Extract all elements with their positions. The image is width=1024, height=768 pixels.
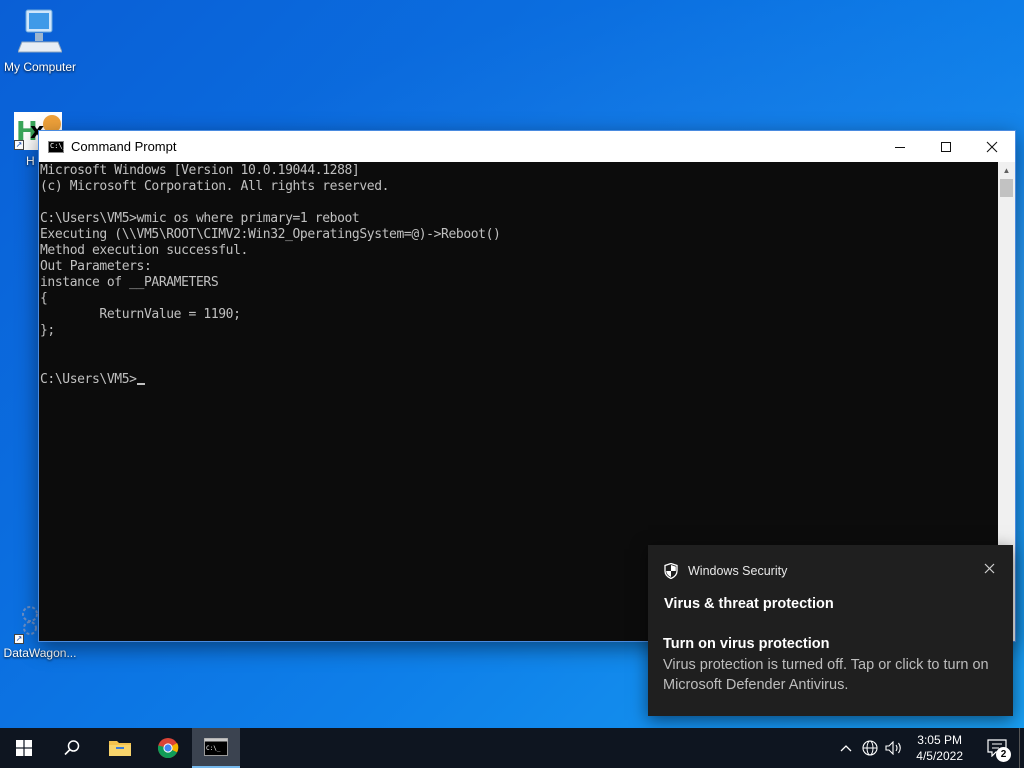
notification-count-badge: 2	[996, 747, 1011, 762]
desktop-icon-my-computer[interactable]: My Computer	[0, 8, 80, 74]
window-titlebar[interactable]: C:\_ Command Prompt	[39, 131, 1015, 162]
maximize-button[interactable]	[923, 131, 969, 162]
computer-icon	[17, 8, 63, 58]
start-button[interactable]	[0, 728, 48, 768]
svg-text:C:\_: C:\_	[206, 745, 221, 752]
action-center-button[interactable]: 2	[975, 728, 1019, 768]
scroll-thumb[interactable]	[1000, 179, 1013, 197]
desktop-icon-label: My Computer	[3, 60, 77, 74]
shield-icon	[664, 563, 678, 579]
toast-body: Virus protection is turned off. Tap or c…	[663, 657, 989, 693]
close-icon	[986, 141, 998, 152]
windows-security-notification[interactable]: Windows Security Virus & threat protecti…	[648, 545, 1013, 716]
close-button[interactable]	[969, 131, 1015, 162]
console-line: instance of __PARAMETERS	[40, 275, 219, 290]
text-cursor	[136, 383, 145, 385]
close-icon	[984, 563, 995, 574]
window-controls	[877, 131, 1015, 162]
console-line: Microsoft Windows [Version 10.0.19044.12…	[40, 163, 360, 178]
console-line: };	[40, 323, 55, 338]
console-line: {	[40, 291, 48, 306]
speaker-icon	[885, 741, 902, 755]
console-line: Method execution successful.	[40, 243, 248, 258]
console-line: C:\Users\VM5>wmic os where primary=1 reb…	[40, 211, 360, 226]
volume-button[interactable]	[882, 728, 906, 768]
console-text: Microsoft Windows [Version 10.0.19044.12…	[39, 162, 998, 371]
show-hidden-icons-button[interactable]	[834, 728, 858, 768]
toast-app-name: Windows Security	[688, 564, 788, 578]
shortcut-arrow-icon: ↗	[14, 634, 24, 644]
console-line: Out Parameters:	[40, 259, 152, 274]
search-button[interactable]	[48, 728, 96, 768]
shortcut-arrow-icon: ↗	[14, 140, 24, 150]
network-button[interactable]	[858, 728, 882, 768]
minimize-button[interactable]	[877, 131, 923, 162]
console-prompt: C:\Users\VM5>	[40, 372, 137, 387]
taskbar-command-prompt[interactable]: C:\_	[192, 728, 240, 768]
chevron-up-icon	[840, 745, 852, 752]
minimize-icon	[895, 146, 905, 148]
clock-date: 4/5/2022	[916, 749, 963, 763]
show-desktop-button[interactable]	[1019, 728, 1024, 768]
chrome-icon	[157, 738, 179, 759]
desktop-icon-label: DataWagon...	[3, 646, 77, 660]
console-line: ReturnValue = 1190;	[40, 307, 241, 322]
console-line: (c) Microsoft Corporation. All rights re…	[40, 179, 390, 194]
taskbar-chrome[interactable]	[144, 728, 192, 768]
toast-title: Virus & threat protection	[664, 596, 834, 612]
maximize-icon	[941, 141, 951, 152]
search-icon	[64, 740, 80, 756]
cmd-app-icon: C:\_	[48, 140, 67, 153]
clock-time: 3:05 PM	[917, 733, 962, 747]
toast-subtitle: Turn on virus protection	[663, 636, 830, 652]
taskbar-file-explorer[interactable]	[96, 728, 144, 768]
taskbar: C:\_ 3:05 PM 4/5/2022 2	[0, 728, 1024, 768]
folder-icon	[109, 741, 131, 756]
globe-network-icon	[862, 740, 878, 756]
toast-close-button[interactable]	[984, 561, 995, 577]
console-line: Executing (\\VM5\ROOT\CIMV2:Win32_Operat…	[40, 227, 501, 242]
console-prompt-line[interactable]: C:\Users\VM5>	[39, 371, 998, 388]
cmd-icon: C:\_	[204, 738, 228, 756]
window-title: Command Prompt	[71, 139, 177, 154]
scroll-up-arrow-icon[interactable]: ▲	[998, 162, 1015, 179]
system-tray: 3:05 PM 4/5/2022 2	[834, 728, 1024, 768]
windows-logo-icon	[16, 740, 32, 756]
clock[interactable]: 3:05 PM 4/5/2022	[916, 732, 963, 764]
toast-header: Windows Security	[648, 545, 1013, 579]
